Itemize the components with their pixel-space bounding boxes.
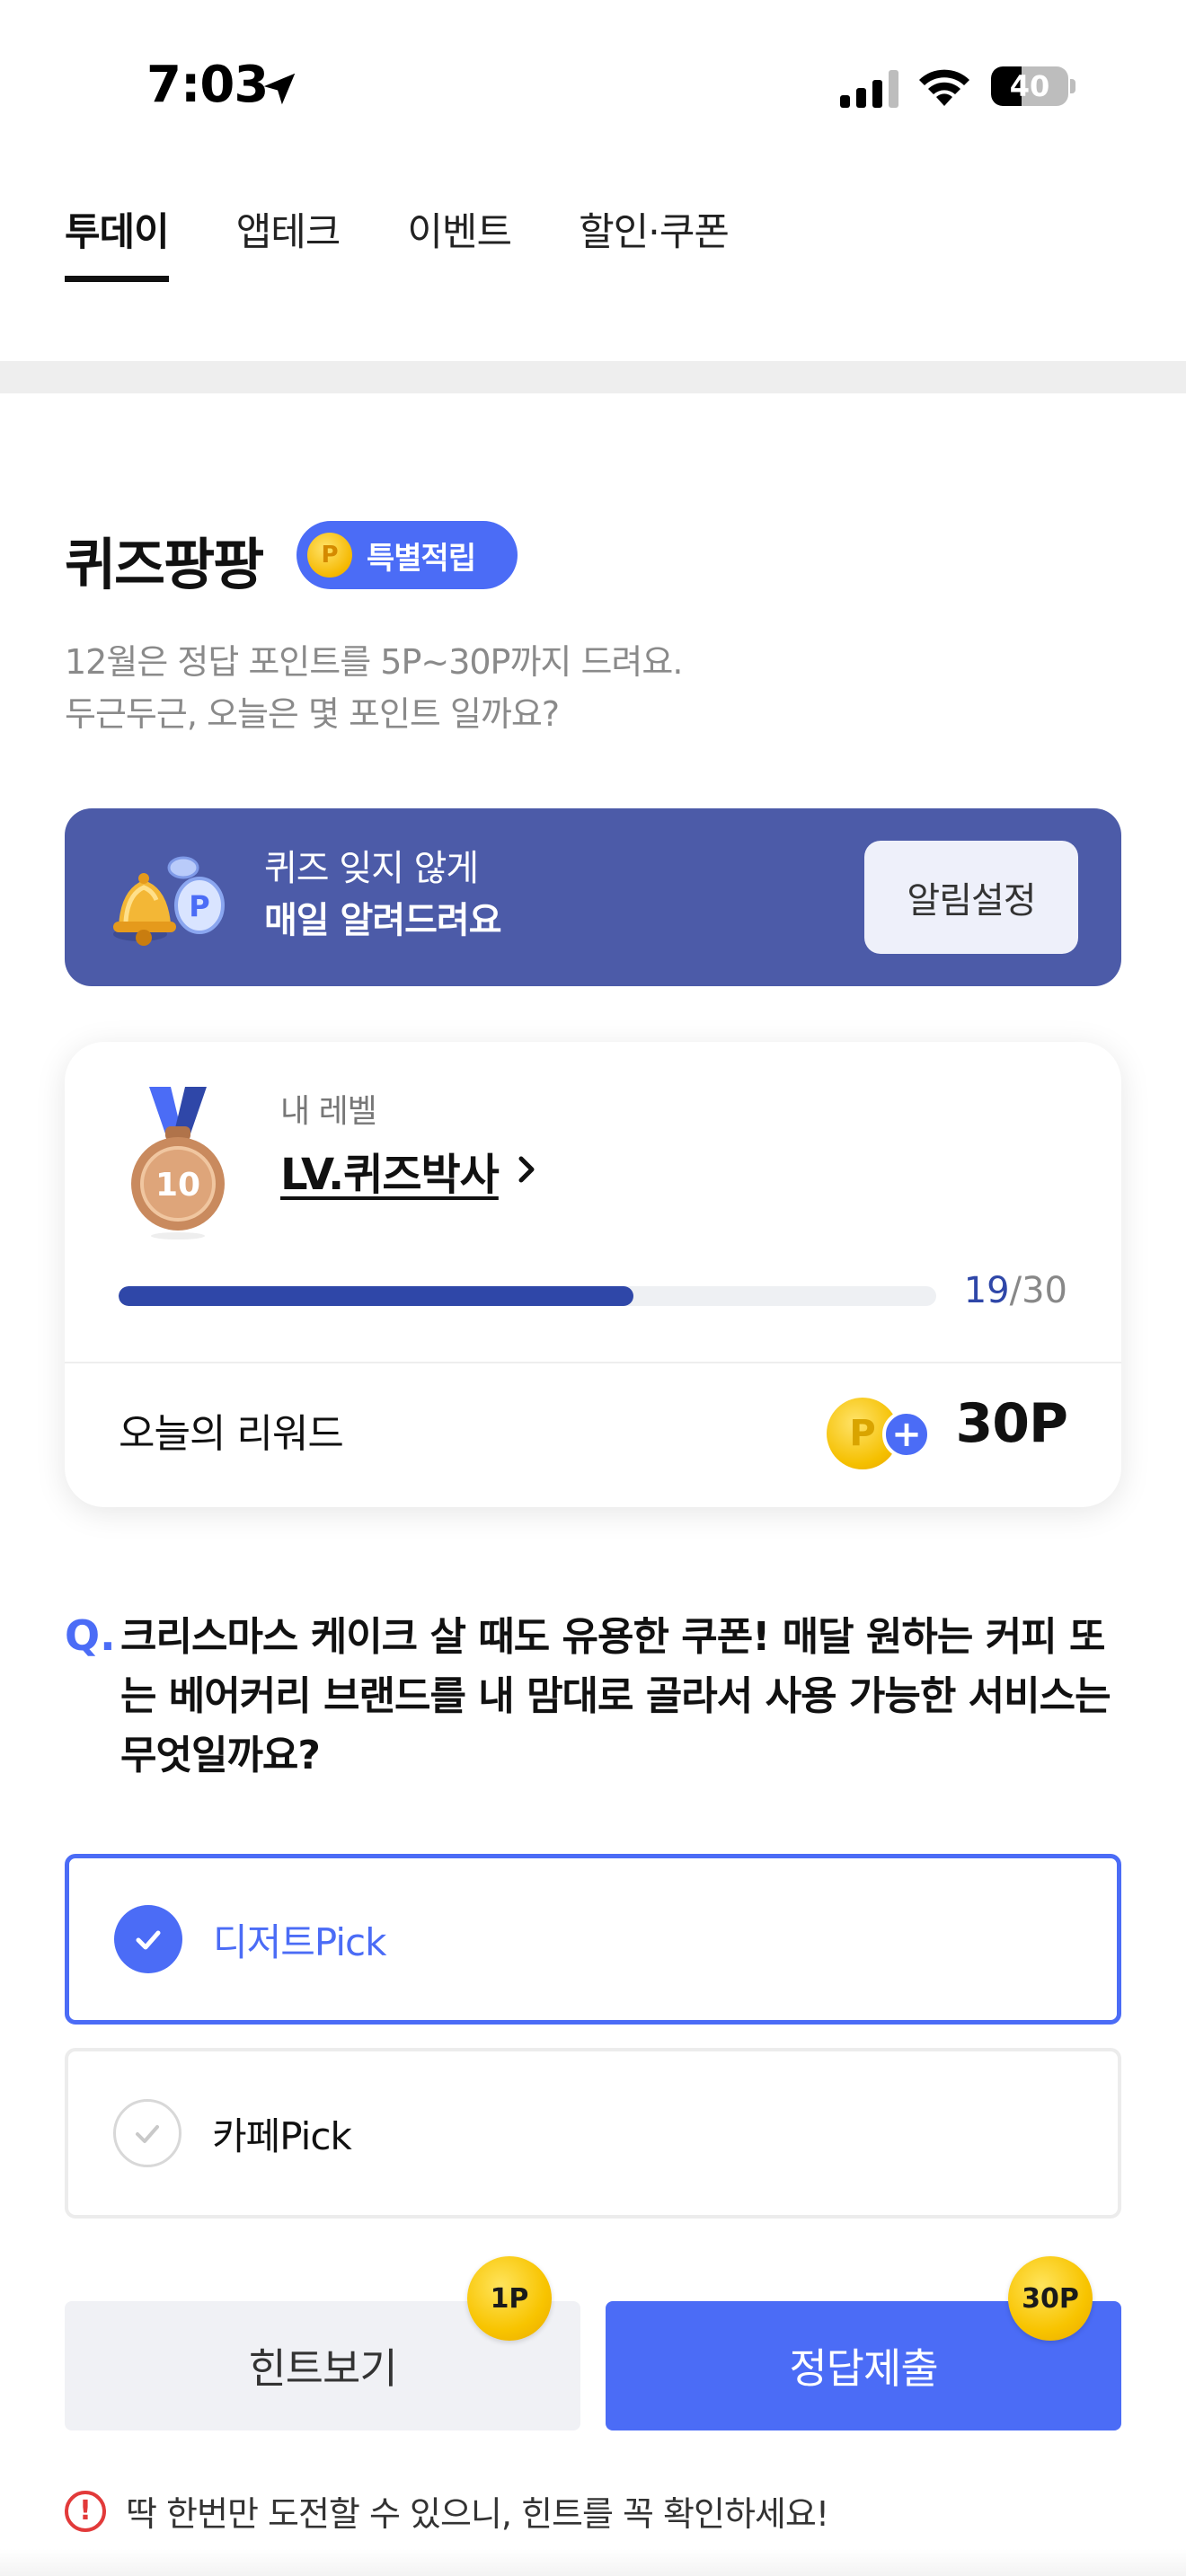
quiz-description-line2: 두근두근, 오늘은 몇 포인트 일까요? [65,694,560,734]
answer-option-dessert-pick[interactable]: 디저트Pick [65,1854,1121,2025]
option-label: 카페Pick [212,2113,352,2158]
cellular-signal-icon [840,70,898,108]
progress-current: 19 [963,1270,1010,1311]
tab-today[interactable]: 투데이 [65,189,170,282]
location-arrow-icon [263,73,296,105]
tab-discount-coupon[interactable]: 할인·쿠폰 [579,189,730,282]
alarm-line2: 매일 알려드려요 [264,900,502,941]
progress-total: /30 [1009,1270,1067,1311]
unchecked-circle-icon [113,2099,181,2167]
exclamation-circle-icon: ! [65,2490,106,2532]
card-divider [65,1362,1121,1363]
hint-cost-badge: 1P [467,2256,552,2341]
warning-row: ! 딱 한번만 도전할 수 있으니, 힌트를 꼭 확인하세요! [65,2486,829,2536]
checked-circle-icon [114,1905,182,1973]
svg-text:P: P [189,889,209,923]
question-text: 크리스마스 케이크 살 때도 유용한 쿠폰! 매달 원하는 커피 또는 베어커리… [120,1614,1111,1778]
tab-event[interactable]: 이벤트 [407,189,512,282]
medal-number: 10 [155,1167,200,1204]
option-label: 디저트Pick [213,1919,386,1964]
submit-reward-badge: 30P [1008,2256,1093,2341]
chevron-right-icon[interactable] [514,1150,541,1189]
quiz-title: 퀴즈팡팡 [65,532,264,597]
special-reward-badge: P 특별적립 [296,521,518,589]
level-progress-bar [119,1286,936,1306]
question-mark: Q. [65,1611,116,1660]
alarm-settings-button[interactable]: 알림설정 [864,841,1078,954]
level-name-link[interactable]: LV.퀴즈박사 [280,1139,500,1202]
answer-option-cafe-pick[interactable]: 카페Pick [65,2048,1121,2219]
battery-percent: 40 [1009,69,1050,103]
alarm-banner: P 퀴즈 잊지 않게 매일 알려드려요 알림설정 [65,808,1121,986]
tab-apptech[interactable]: 앱테크 [236,189,341,282]
today-reward-value: 30P [955,1392,1068,1455]
quiz-description: 12월은 정답 포인트를 5P~30P까지 드려요. 두근두근, 오늘은 몇 포… [65,636,683,740]
level-progress-fill [119,1286,634,1306]
special-badge-label: 특별적립 [367,540,476,577]
medal-icon: 10 [131,1087,225,1239]
section-divider [0,361,1186,393]
my-level-label: 내 레벨 [280,1093,377,1130]
status-bar: 7:03 40 [0,0,1186,171]
alarm-message: 퀴즈 잊지 않게 매일 알려드려요 [264,842,502,947]
bell-coin-icon: P [113,856,225,946]
quiz-description-line1: 12월은 정답 포인트를 5P~30P까지 드려요. [65,642,683,682]
today-reward-label: 오늘의 리워드 [119,1411,344,1457]
top-tab-bar: 투데이 앱테크 이벤트 할인·쿠폰 [65,189,796,282]
alarm-line1: 퀴즈 잊지 않게 [264,848,479,889]
bottom-fade [0,2549,1186,2576]
status-time: 7:03 [146,56,269,114]
level-progress-count: 19/30 [964,1270,1067,1311]
plus-icon: + [882,1410,931,1459]
battery-indicator: 40 [991,66,1075,106]
point-coin-icon: P [307,533,352,578]
warning-text: 딱 한번만 도전할 수 있으니, 힌트를 꼭 확인하세요! [126,2494,829,2534]
wifi-icon [919,69,969,106]
level-card: 10 내 레벨 LV.퀴즈박사 19/30 오늘의 리워드 P + 30P [65,1042,1121,1507]
